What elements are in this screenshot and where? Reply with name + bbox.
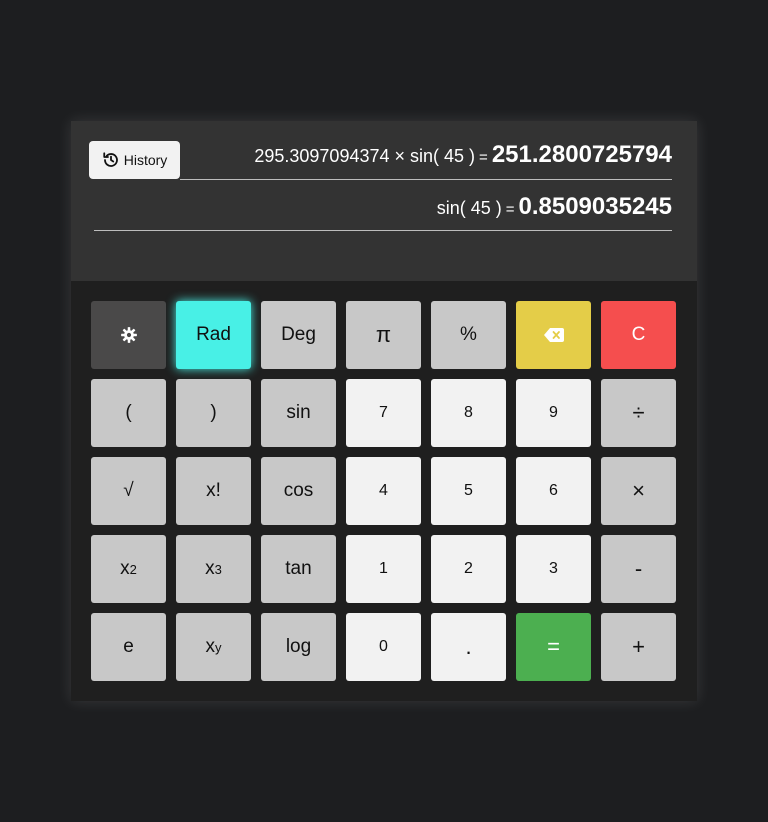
calculator: History 295.3097094374 × sin( 45 ) = 251…: [71, 121, 697, 701]
add-button[interactable]: +: [601, 613, 676, 681]
equals-button[interactable]: =: [516, 613, 591, 681]
factorial-button[interactable]: x!: [176, 457, 251, 525]
decimal-button[interactable]: .: [431, 613, 506, 681]
current-line: sin( 45 ) = 0.8509035245: [94, 193, 672, 229]
digit-5-button[interactable]: 5: [431, 457, 506, 525]
rad-mode-button[interactable]: Rad: [176, 301, 251, 369]
cos-button[interactable]: cos: [261, 457, 336, 525]
divider: [94, 230, 672, 231]
divide-button[interactable]: ÷: [601, 379, 676, 447]
cube-base: x: [205, 558, 215, 579]
display-panel: History 295.3097094374 × sin( 45 ) = 251…: [71, 121, 697, 281]
digit-0-button[interactable]: 0: [346, 613, 421, 681]
square-base: x: [120, 558, 130, 579]
subtract-button[interactable]: -: [601, 535, 676, 603]
backspace-icon: [543, 328, 564, 342]
cube-exponent: 3: [214, 561, 222, 577]
digit-4-button[interactable]: 4: [346, 457, 421, 525]
digit-9-button[interactable]: 9: [516, 379, 591, 447]
pi-button[interactable]: π: [346, 301, 421, 369]
current-expression: sin( 45 ): [436, 198, 502, 218]
multiply-button[interactable]: ×: [601, 457, 676, 525]
digit-1-button[interactable]: 1: [346, 535, 421, 603]
square-exponent: 2: [129, 561, 137, 577]
open-paren-button[interactable]: (: [91, 379, 166, 447]
history-expression: 295.3097094374 × sin( 45 ): [254, 146, 476, 166]
digit-3-button[interactable]: 3: [516, 535, 591, 603]
sqrt-button[interactable]: √: [91, 457, 166, 525]
percent-button[interactable]: %: [431, 301, 506, 369]
keypad: Rad Deg π % C ( ) sin 7 8 9 ÷ √ x! cos 4…: [91, 301, 676, 681]
power-button[interactable]: xy: [176, 613, 251, 681]
deg-mode-button[interactable]: Deg: [261, 301, 336, 369]
divider: [180, 179, 672, 180]
gear-icon: [120, 327, 137, 343]
sin-button[interactable]: sin: [261, 379, 336, 447]
power-exponent: y: [215, 639, 222, 655]
digit-8-button[interactable]: 8: [431, 379, 506, 447]
equals-sign: =: [479, 149, 488, 166]
digit-6-button[interactable]: 6: [516, 457, 591, 525]
log-button[interactable]: log: [261, 613, 336, 681]
power-base: x: [205, 636, 216, 657]
digit-2-button[interactable]: 2: [431, 535, 506, 603]
tan-button[interactable]: tan: [261, 535, 336, 603]
digit-7-button[interactable]: 7: [346, 379, 421, 447]
history-result: 251.2800725794: [491, 141, 672, 168]
clear-button[interactable]: C: [601, 301, 676, 369]
square-button[interactable]: x2: [91, 535, 166, 603]
current-result: 0.8509035245: [518, 193, 673, 220]
euler-button[interactable]: e: [91, 613, 166, 681]
backspace-button[interactable]: [516, 301, 591, 369]
settings-button[interactable]: [91, 301, 166, 369]
close-paren-button[interactable]: ): [176, 379, 251, 447]
history-line: 295.3097094374 × sin( 45 ) = 251.2800725…: [94, 141, 672, 179]
cube-button[interactable]: x3: [176, 535, 251, 603]
equals-sign: =: [505, 201, 515, 218]
